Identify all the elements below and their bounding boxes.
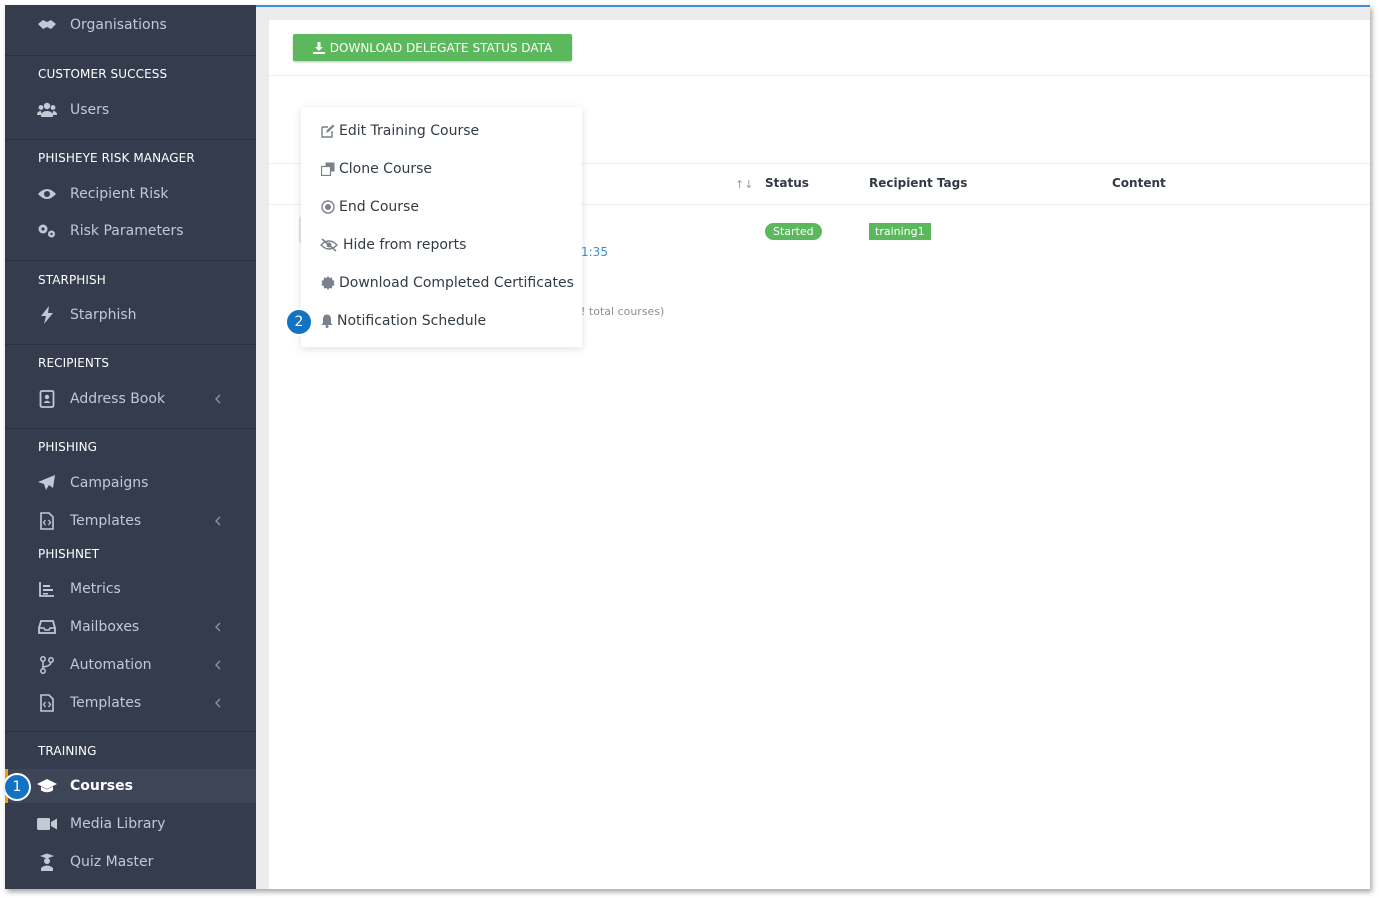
divider — [5, 428, 256, 429]
chevron-left-icon — [213, 622, 223, 632]
sidebar-item-label: Automation — [70, 657, 152, 673]
step-marker-2: 2 — [285, 308, 313, 336]
sidebar-item-label: Campaigns — [70, 475, 149, 491]
row-date-fragment[interactable]: 1:35 — [581, 245, 608, 259]
sidebar-item-automation[interactable]: Automation — [5, 648, 256, 682]
sidebar-item-phishing-templates[interactable]: Templates — [5, 504, 256, 538]
certificate-icon — [320, 276, 335, 291]
sidebar-item-address-book[interactable]: Address Book — [5, 382, 256, 416]
sidebar-item-label: Media Library — [70, 816, 166, 832]
section-heading-recipients: RECIPIENTS — [38, 356, 110, 370]
section-heading-training: TRAINING — [38, 744, 97, 758]
sidebar-item-organisations[interactable]: Organisations — [5, 8, 256, 42]
sidebar-item-users[interactable]: Users — [5, 93, 256, 127]
menu-item-label: End Course — [339, 199, 419, 215]
sidebar-item-starphish[interactable]: Starphish — [5, 298, 256, 332]
sidebar-item-label: Courses — [70, 778, 133, 794]
sidebar-item-campaigns[interactable]: Campaigns — [5, 466, 256, 500]
menu-item-label: Hide from reports — [343, 237, 467, 253]
chevron-left-icon — [213, 516, 223, 526]
bolt-icon — [37, 305, 57, 325]
divider — [5, 344, 256, 345]
sidebar-item-label: Users — [70, 102, 110, 118]
menu-item-edit-training-course[interactable]: Edit Training Course — [301, 116, 582, 146]
section-heading-phishing: PHISHING — [38, 440, 98, 454]
video-camera-icon — [37, 814, 57, 834]
download-icon — [312, 41, 325, 54]
code-branch-icon — [37, 655, 57, 675]
download-delegate-status-button[interactable]: DOWNLOAD DELEGATE STATUS DATA — [293, 34, 572, 61]
edit-icon — [320, 124, 335, 139]
chevron-left-icon — [213, 698, 223, 708]
section-heading-phisheye: PHISHEYE RISK MANAGER — [38, 151, 195, 165]
chevron-left-icon — [213, 660, 223, 670]
file-code-icon — [37, 511, 57, 531]
sidebar-item-label: Recipient Risk — [70, 186, 169, 202]
gears-icon — [37, 221, 57, 241]
teacher-icon — [37, 852, 57, 872]
stop-circle-icon — [320, 200, 335, 215]
divider — [5, 139, 256, 140]
sidebar: Organisations CUSTOMER SUCCESS Users PHI… — [5, 5, 256, 889]
divider — [5, 55, 256, 56]
menu-item-label: Notification Schedule — [337, 313, 487, 329]
download-button-label: DOWNLOAD DELEGATE STATUS DATA — [329, 40, 553, 55]
eye-icon — [37, 184, 57, 204]
chevron-left-icon — [213, 394, 223, 404]
menu-item-clone-course[interactable]: Clone Course — [301, 154, 582, 184]
users-icon — [37, 100, 57, 120]
column-header-content[interactable]: Content — [1112, 176, 1166, 190]
status-badge: Started — [765, 223, 822, 240]
sidebar-item-phishnet-templates[interactable]: Templates — [5, 686, 256, 720]
sort-icon[interactable]: ↑↓ — [735, 178, 753, 191]
sidebar-item-recipient-risk[interactable]: Recipient Risk — [5, 177, 256, 211]
top-accent-line — [256, 5, 1370, 7]
sidebar-item-label: Organisations — [70, 17, 167, 33]
graduation-cap-icon — [37, 776, 57, 796]
divider — [5, 731, 256, 732]
paper-plane-icon — [37, 473, 57, 493]
section-heading-phishnet: PHISHNET — [38, 547, 100, 561]
sidebar-item-media-library[interactable]: Media Library — [5, 807, 256, 841]
course-actions-dropdown: Edit Training Course Clone Course End Co… — [301, 107, 582, 347]
menu-item-label: Edit Training Course — [339, 123, 480, 139]
sidebar-item-label: Starphish — [70, 307, 137, 323]
tag-badge: training1 — [869, 223, 931, 240]
section-heading-starphish: STARPHISH — [38, 273, 106, 287]
sidebar-item-label: Templates — [70, 695, 142, 711]
menu-item-notification-schedule[interactable]: Notification Schedule — [301, 306, 582, 336]
sidebar-item-label: Risk Parameters — [70, 223, 184, 239]
menu-item-label: Clone Course — [339, 161, 433, 177]
column-header-status[interactable]: Status — [765, 176, 809, 190]
sidebar-item-label: Quiz Master — [70, 854, 154, 870]
eye-slash-icon — [320, 238, 338, 253]
sidebar-item-label: Metrics — [70, 581, 121, 597]
bar-chart-icon — [37, 579, 57, 599]
sidebar-item-quiz-master[interactable]: Quiz Master — [5, 845, 256, 879]
handshake-icon — [37, 15, 57, 35]
divider — [269, 75, 1370, 76]
menu-item-download-completed-certificates[interactable]: Download Completed Certificates — [301, 268, 582, 298]
divider — [5, 260, 256, 261]
inbox-icon — [37, 617, 57, 637]
sidebar-item-label: Mailboxes — [70, 619, 140, 635]
menu-item-hide-from-reports[interactable]: Hide from reports — [301, 230, 582, 260]
sidebar-item-label: Templates — [70, 513, 142, 529]
sidebar-item-mailboxes[interactable]: Mailboxes — [5, 610, 256, 644]
menu-item-end-course[interactable]: End Course — [301, 192, 582, 222]
bell-icon — [319, 314, 334, 329]
address-book-icon — [37, 389, 57, 409]
sidebar-item-metrics[interactable]: Metrics — [5, 572, 256, 606]
sidebar-item-courses[interactable]: Courses — [5, 769, 256, 803]
sidebar-item-label: Address Book — [70, 391, 166, 407]
file-code-icon — [37, 693, 57, 713]
sidebar-item-risk-parameters[interactable]: Risk Parameters — [5, 214, 256, 248]
menu-item-label: Download Completed Certificates — [339, 275, 574, 291]
clone-icon — [320, 162, 335, 177]
app-window: Organisations CUSTOMER SUCCESS Users PHI… — [5, 5, 1370, 889]
section-heading-customer-success: CUSTOMER SUCCESS — [38, 67, 168, 81]
table-footer-fragment: ! total courses) — [581, 305, 665, 318]
column-header-recipient-tags[interactable]: Recipient Tags — [869, 176, 967, 190]
